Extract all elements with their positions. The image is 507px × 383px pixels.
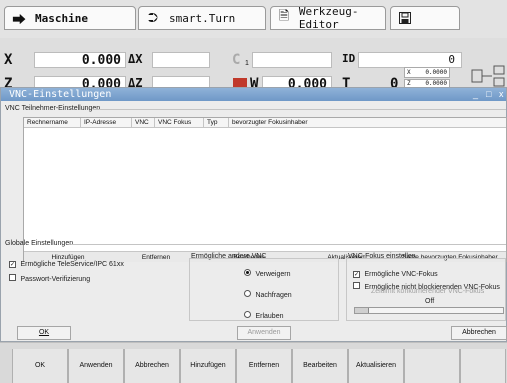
ok-label: OK [38, 329, 50, 336]
close-icon[interactable]: x [499, 89, 504, 99]
softkey-edit[interactable]: Bearbeiten [292, 349, 348, 383]
vnc-settings-dialog: VNC-Einstellungen _ □ x VNC Teilnehmer-E… [0, 87, 507, 342]
softkey-apply[interactable]: Anwenden [68, 349, 124, 383]
document-arrow-icon: 🗎 [278, 9, 290, 24]
tab-save[interactable] [390, 6, 460, 30]
id-value: 0 [448, 53, 455, 66]
dialog-title: VNC-Einstellungen [9, 89, 112, 100]
radio-erlauben[interactable]: Erlauben [244, 305, 283, 323]
dx-value-field [152, 52, 210, 68]
x-value: 0.000 [81, 53, 121, 68]
checkbox-unchecked-icon [353, 282, 360, 289]
radio-label: Erlauben [255, 313, 284, 320]
column-header[interactable]: Rechnername [24, 118, 81, 128]
arrow-diamond-icon: ⮊ [148, 10, 158, 26]
radio-nachfragen[interactable]: Nachfragen [244, 284, 292, 302]
tab-werkzeug-editor[interactable]: 🗎 Werkzeug-Editor [270, 5, 386, 31]
column-header[interactable]: IP-Adresse [81, 118, 132, 128]
radio-unselected-icon [244, 311, 251, 318]
remove-participant-button[interactable]: Entfernen [112, 251, 200, 262]
tab-label: smart.Turn [169, 11, 236, 25]
minimize-icon[interactable]: _ [473, 89, 478, 99]
slider-thumb[interactable] [355, 308, 369, 313]
dx-axis-label: ΔX [128, 52, 143, 66]
group-divider [71, 244, 506, 245]
cancel-button[interactable]: Abbrechen [451, 326, 507, 340]
id-label: ID [342, 52, 356, 65]
global-group-label: Globale Einstellungen [5, 240, 74, 247]
radio-selected-icon [244, 269, 251, 276]
softkey-refresh[interactable]: Aktualisieren [348, 349, 404, 383]
x-axis-label: X [4, 52, 13, 68]
column-header[interactable]: bevorzugter Fokusinhaber [229, 118, 506, 128]
timeout-label: Zeitlimit konkurrierender VNC-Fokus [371, 288, 485, 295]
maximize-icon[interactable]: □ [486, 89, 491, 99]
radio-label: Verweigern [255, 271, 291, 278]
softkey-cancel[interactable]: Abbrechen [124, 349, 180, 383]
ok-button[interactable]: OK [17, 326, 71, 340]
teleservice-label: Ermögliche TeleService/IPC 61xx [20, 261, 124, 268]
position-display: X 0.000 ΔX C 1 ID 0 Z 0.000 ΔZ W 0.000 T… [0, 38, 507, 92]
softkey-empty-1[interactable] [404, 349, 460, 383]
x-value-field: 0.000 [34, 52, 126, 68]
column-header[interactable]: VNC Fokus [155, 118, 204, 128]
password-verification-label: Passwort-Verifizierung [20, 276, 91, 283]
tab-smart-turn[interactable]: ⮊ smart.Turn [138, 6, 266, 30]
checkbox-checked-icon: ✓ [9, 261, 16, 268]
softkey-add[interactable]: Hinzufügen [180, 349, 236, 383]
radio-verweigern[interactable]: Verweigern [244, 263, 290, 281]
mini-x-value: 0.0000 [425, 69, 447, 76]
c-axis-sub: 1 [245, 60, 249, 67]
tab-label: Maschine [35, 11, 88, 25]
apply-button[interactable]: Anwenden [237, 326, 291, 340]
c-value-field [252, 52, 332, 68]
vnc-participant-table[interactable]: Rechnername IP-Adresse VNC VNC Fokus Typ… [23, 117, 507, 262]
password-verification-checkbox[interactable]: Passwort-Verifizierung [9, 268, 90, 286]
softkey-bar: OK Anwenden Abbrechen Hinzufügen Entfern… [0, 342, 507, 383]
radio-unselected-icon [244, 290, 251, 297]
c-axis-label: C [232, 52, 241, 68]
tab-maschine[interactable]: ⮕ Maschine [4, 6, 136, 30]
radio-label: Nachfragen [255, 292, 292, 299]
timeout-value: Off [425, 298, 435, 305]
mode-tab-bar: ⮕ Maschine ⮊ smart.Turn 🗎 Werkzeug-Edito… [0, 0, 507, 38]
arrow-into-box-icon: ⮕ [12, 12, 26, 28]
group-divider [93, 109, 506, 110]
dialog-title-bar: VNC-Einstellungen [1, 88, 506, 101]
id-value-field: 0 [358, 52, 462, 68]
column-header[interactable]: Typ [204, 118, 229, 128]
softkey-ok[interactable]: OK [12, 349, 68, 383]
mini-x-field: X 0.0000 [404, 67, 450, 78]
softkey-empty-2[interactable] [460, 349, 506, 383]
mini-z-label: Z [407, 80, 411, 87]
tab-label: Werkzeug-Editor [298, 5, 359, 31]
mini-z-value: 0.0000 [425, 80, 447, 87]
timeout-slider[interactable] [354, 307, 504, 314]
softkey-remove[interactable]: Entfernen [236, 349, 292, 383]
floppy-disk-icon [397, 11, 413, 25]
participant-group-label: VNC Teilnehmer-Einstellungen [5, 105, 101, 112]
checkbox-unchecked-icon [9, 274, 16, 281]
tool-holder-icon [471, 65, 505, 87]
column-header[interactable]: VNC [132, 118, 155, 128]
mini-x-label: X [407, 69, 411, 76]
